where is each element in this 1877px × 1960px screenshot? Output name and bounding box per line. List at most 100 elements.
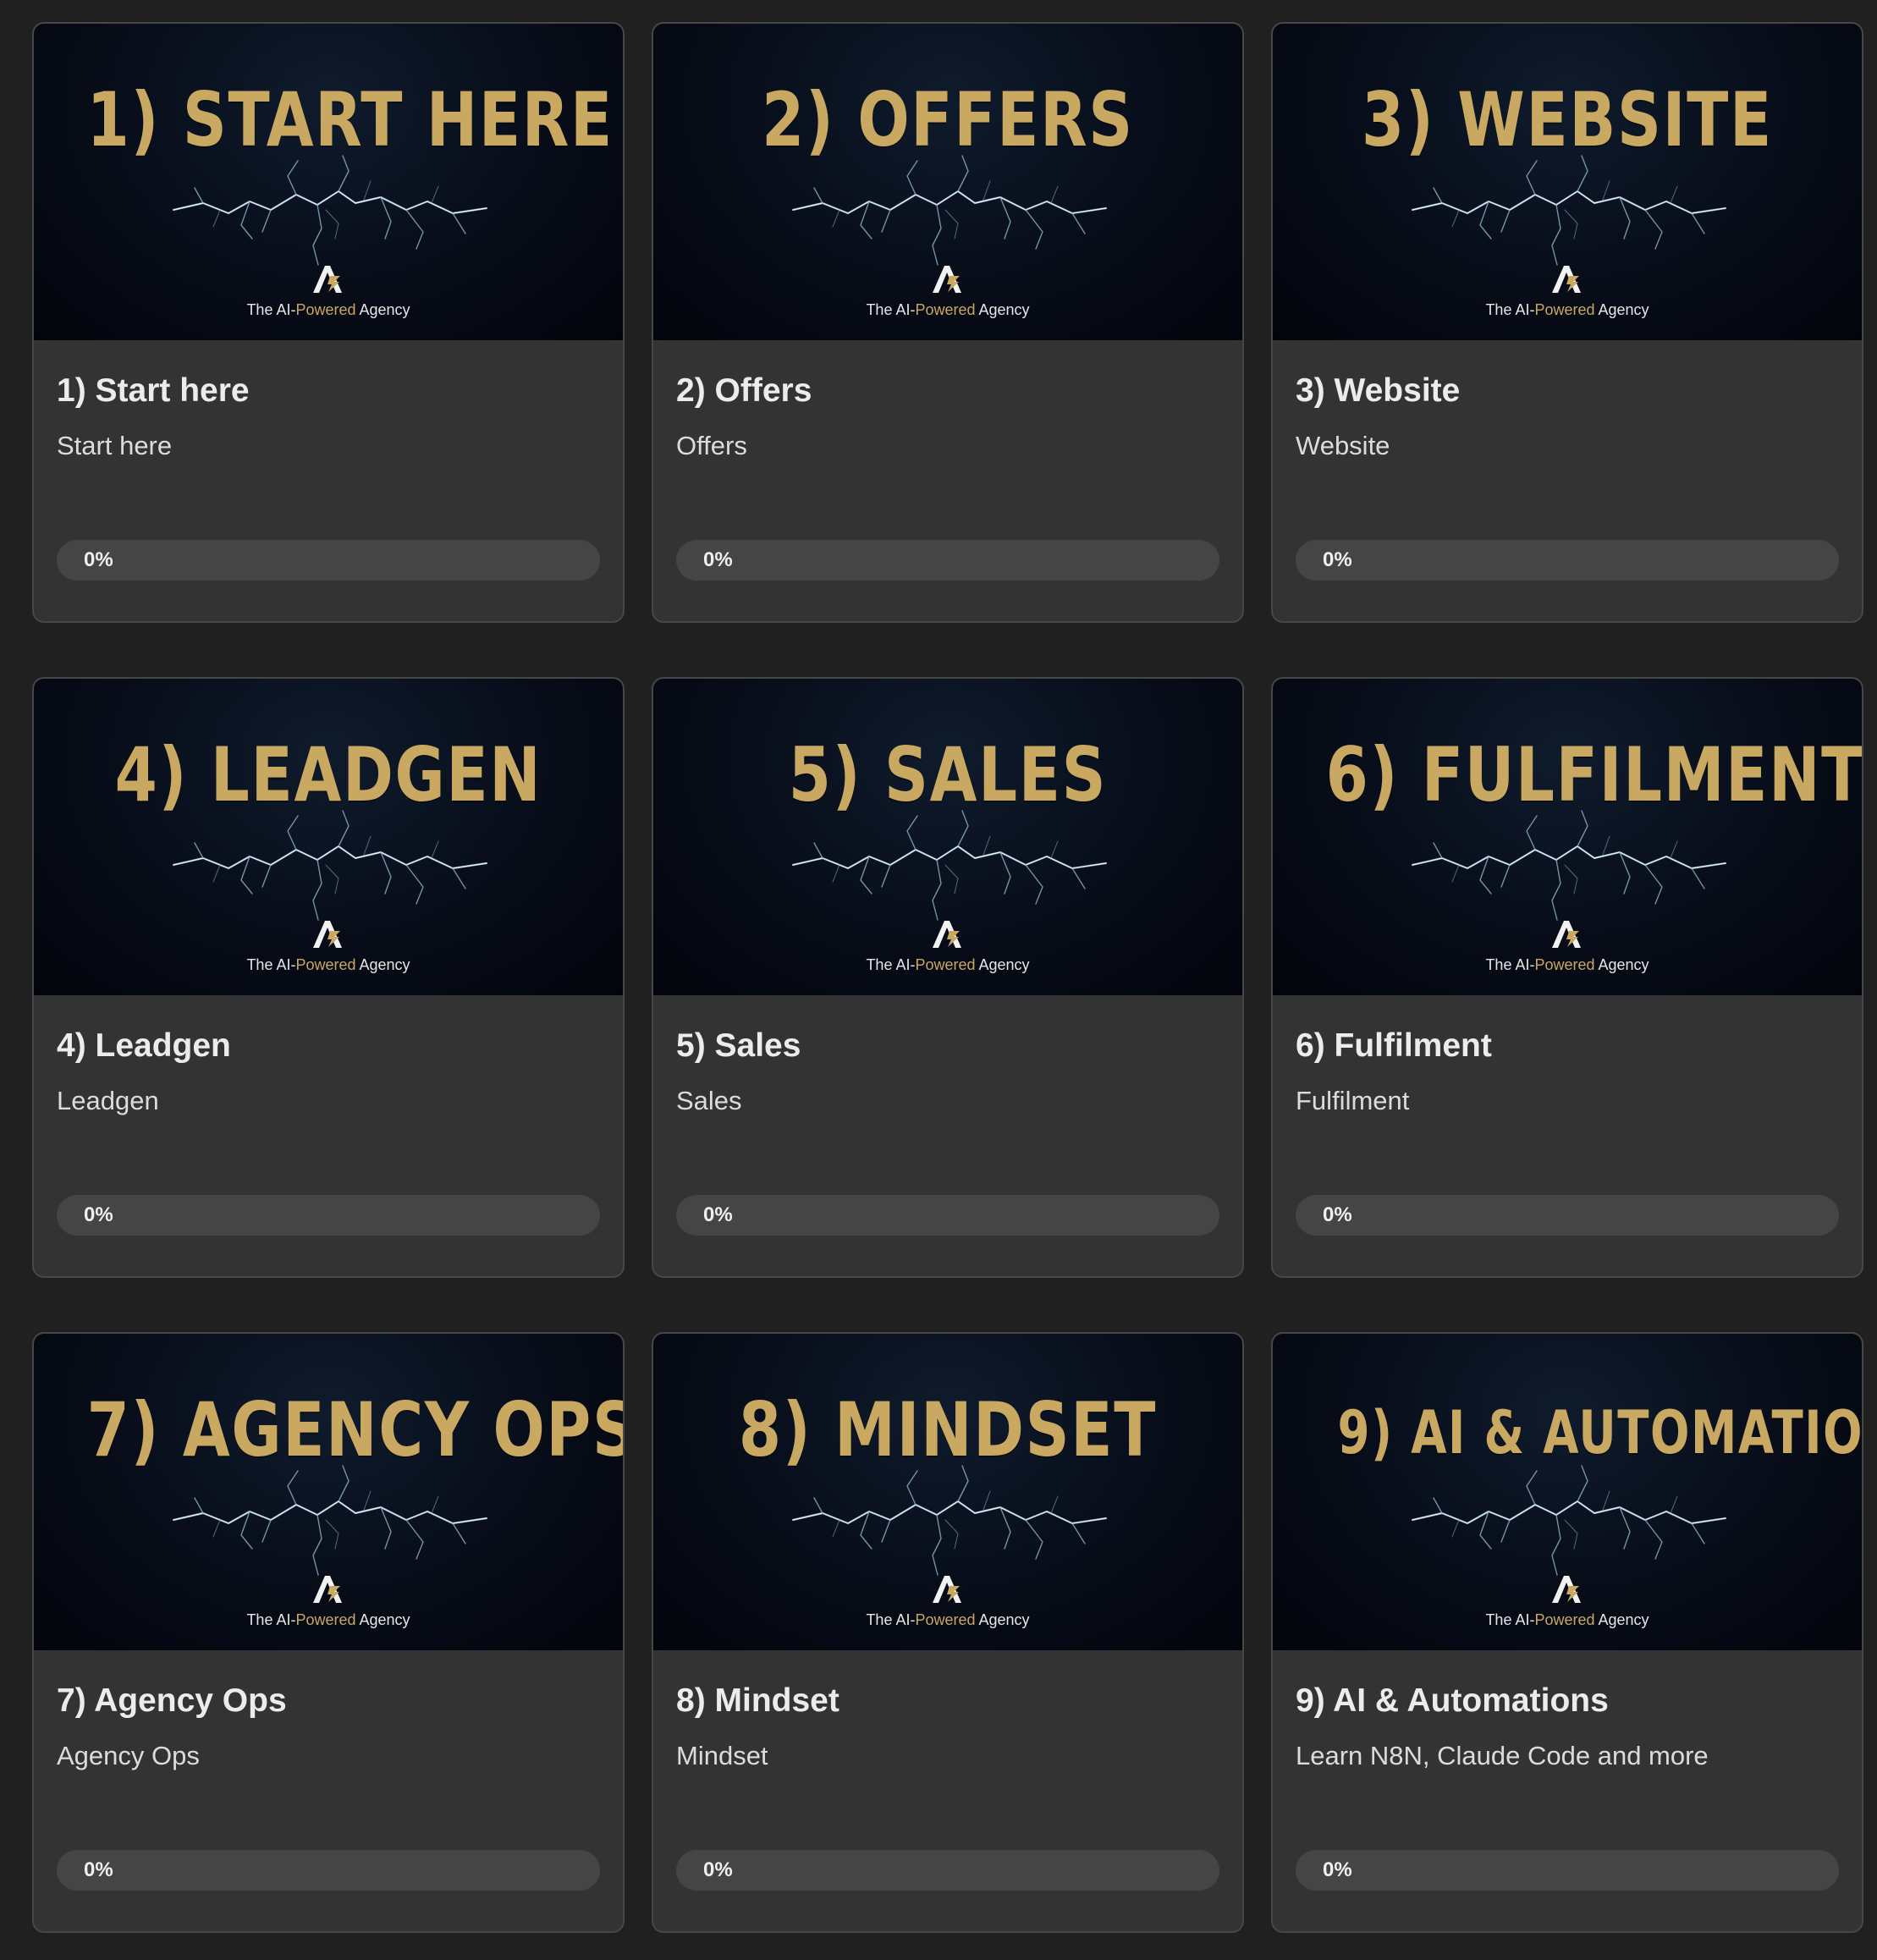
lightning-icon — [172, 1465, 488, 1576]
tagline-accent: Powered — [295, 301, 356, 318]
course-card[interactable]: 9) AI & AUTOMATIONS The AI-Powered Agenc… — [1271, 1332, 1863, 1933]
course-thumbnail[interactable]: 4) LEADGEN The AI-Powered Agency — [34, 679, 623, 995]
course-card[interactable]: 8) MINDSET The AI-Powered Agency 8) Mind… — [652, 1332, 1244, 1933]
brand-tagline: The AI-Powered Agency — [653, 956, 1242, 974]
tagline-accent: Powered — [1534, 956, 1595, 973]
agency-a-lightning-icon — [313, 266, 342, 293]
course-description: Leadgen — [57, 1086, 159, 1115]
course-thumbnail[interactable]: 1) START HERE The AI-Powered Agency — [34, 24, 623, 340]
course-card[interactable]: 6) FULFILMENT The AI-Powered Agency 6) F… — [1271, 677, 1863, 1278]
tagline-suffix: Agency — [355, 956, 410, 973]
progress-label: 0% — [84, 1858, 113, 1881]
course-title[interactable]: 3) Website — [1296, 371, 1839, 411]
agency-a-lightning-icon — [313, 921, 342, 948]
course-description: Offers — [676, 431, 747, 460]
course-description: Fulfilment — [1296, 1086, 1410, 1115]
course-title[interactable]: 9) AI & Automations — [1296, 1681, 1839, 1721]
course-progress-bar: 0% — [57, 1195, 600, 1236]
tagline-suffix: Agency — [975, 956, 1030, 973]
course-card-body: 6) Fulfilment Fulfilment — [1273, 995, 1862, 1117]
tagline-suffix: Agency — [975, 1611, 1030, 1628]
course-card-body: 7) Agency Ops Agency Ops — [34, 1650, 623, 1772]
tagline-accent: Powered — [1534, 301, 1595, 318]
agency-a-lightning-icon — [933, 921, 961, 948]
brand-tagline: The AI-Powered Agency — [34, 301, 623, 319]
tagline-prefix: The AI- — [246, 1611, 296, 1628]
brand-tagline: The AI-Powered Agency — [1273, 301, 1862, 319]
brand-tagline: The AI-Powered Agency — [653, 301, 1242, 319]
course-description: Learn N8N, Claude Code and more — [1296, 1741, 1709, 1770]
course-thumbnail[interactable]: 8) MINDSET The AI-Powered Agency — [653, 1334, 1242, 1650]
course-description: Agency Ops — [57, 1741, 200, 1770]
course-card[interactable]: 7) AGENCY OPS The AI-Powered Agency 7) A… — [32, 1332, 625, 1933]
course-card-body: 9) AI & Automations Learn N8N, Claude Co… — [1273, 1650, 1862, 1772]
course-progress-bar: 0% — [1296, 1850, 1839, 1891]
progress-label: 0% — [1323, 1858, 1352, 1881]
agency-a-lightning-icon — [933, 266, 961, 293]
brand-tagline: The AI-Powered Agency — [653, 1611, 1242, 1629]
course-card[interactable]: 3) WEBSITE The AI-Powered Agency 3) Webs… — [1271, 22, 1863, 623]
agency-a-lightning-icon — [1552, 1576, 1581, 1603]
course-card-body: 5) Sales Sales — [653, 995, 1242, 1117]
course-thumbnail[interactable]: 3) WEBSITE The AI-Powered Agency — [1273, 24, 1862, 340]
brand-tagline: The AI-Powered Agency — [1273, 956, 1862, 974]
agency-a-lightning-icon — [1552, 266, 1581, 293]
course-title[interactable]: 4) Leadgen — [57, 1026, 600, 1066]
lightning-icon — [791, 810, 1108, 921]
tagline-prefix: The AI- — [1485, 301, 1535, 318]
course-card-body: 4) Leadgen Leadgen — [34, 995, 623, 1117]
tagline-prefix: The AI- — [1485, 1611, 1535, 1628]
course-card[interactable]: 4) LEADGEN The AI-Powered Agency 4) Lead… — [32, 677, 625, 1278]
course-thumbnail[interactable]: 7) AGENCY OPS The AI-Powered Agency — [34, 1334, 623, 1650]
course-card-body: 3) Website Website — [1273, 340, 1862, 462]
course-title[interactable]: 1) Start here — [57, 371, 600, 411]
course-description: Website — [1296, 431, 1390, 460]
brand-tagline: The AI-Powered Agency — [34, 956, 623, 974]
progress-label: 0% — [703, 548, 733, 571]
progress-label: 0% — [84, 548, 113, 571]
agency-a-lightning-icon — [1552, 921, 1581, 948]
progress-label: 0% — [1323, 548, 1352, 571]
tagline-accent: Powered — [1534, 1611, 1595, 1628]
course-title[interactable]: 7) Agency Ops — [57, 1681, 600, 1721]
tagline-prefix: The AI- — [866, 1611, 916, 1628]
course-progress-bar: 0% — [57, 1850, 600, 1891]
course-card[interactable]: 1) START HERE The AI-Powered Agency 1) S… — [32, 22, 625, 623]
course-progress-bar: 0% — [1296, 1195, 1839, 1236]
progress-label: 0% — [1323, 1203, 1352, 1226]
course-thumbnail[interactable]: 9) AI & AUTOMATIONS The AI-Powered Agenc… — [1273, 1334, 1862, 1650]
thumbnail-title: 9) AI & AUTOMATIONS — [1337, 1398, 1862, 1467]
tagline-suffix: Agency — [1594, 956, 1649, 973]
course-thumbnail[interactable]: 6) FULFILMENT The AI-Powered Agency — [1273, 679, 1862, 995]
lightning-icon — [1411, 810, 1727, 921]
course-card-body: 1) Start here Start here — [34, 340, 623, 462]
course-thumbnail[interactable]: 5) SALES The AI-Powered Agency — [653, 679, 1242, 995]
course-card[interactable]: 5) SALES The AI-Powered Agency 5) Sales … — [652, 677, 1244, 1278]
course-card-body: 2) Offers Offers — [653, 340, 1242, 462]
course-thumbnail[interactable]: 2) OFFERS The AI-Powered Agency — [653, 24, 1242, 340]
course-description: Start here — [57, 431, 173, 460]
agency-a-lightning-icon — [313, 1576, 342, 1603]
course-description: Mindset — [676, 1741, 768, 1770]
tagline-prefix: The AI- — [866, 956, 916, 973]
lightning-icon — [172, 155, 488, 266]
course-progress-bar: 0% — [1296, 540, 1839, 581]
course-title[interactable]: 6) Fulfilment — [1296, 1026, 1839, 1066]
tagline-suffix: Agency — [1594, 1611, 1649, 1628]
course-card-body: 8) Mindset Mindset — [653, 1650, 1242, 1772]
tagline-accent: Powered — [915, 301, 976, 318]
tagline-accent: Powered — [295, 1611, 356, 1628]
lightning-icon — [791, 1465, 1108, 1576]
course-progress-bar: 0% — [676, 1850, 1219, 1891]
tagline-suffix: Agency — [355, 1611, 410, 1628]
tagline-suffix: Agency — [975, 301, 1030, 318]
course-progress-bar: 0% — [676, 540, 1219, 581]
tagline-suffix: Agency — [355, 301, 410, 318]
course-title[interactable]: 8) Mindset — [676, 1681, 1219, 1721]
course-title[interactable]: 2) Offers — [676, 371, 1219, 411]
course-progress-bar: 0% — [676, 1195, 1219, 1236]
course-card[interactable]: 2) OFFERS The AI-Powered Agency 2) Offer… — [652, 22, 1244, 623]
agency-a-lightning-icon — [933, 1576, 961, 1603]
tagline-prefix: The AI- — [246, 301, 296, 318]
course-title[interactable]: 5) Sales — [676, 1026, 1219, 1066]
